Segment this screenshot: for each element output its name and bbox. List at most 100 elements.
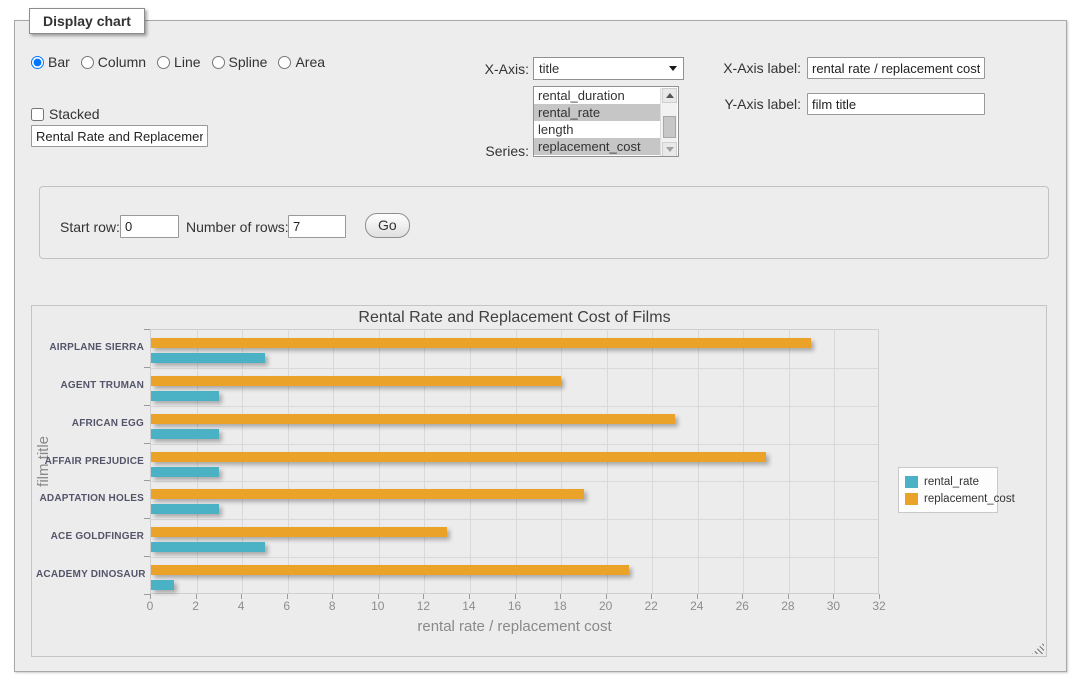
listbox-option-replacement_cost[interactable]: replacement_cost: [534, 138, 661, 155]
go-button[interactable]: Go: [365, 213, 410, 238]
y-axis-label-input[interactable]: [807, 93, 985, 115]
bar-replacement-cost[interactable]: [151, 565, 629, 575]
radio-label: Column: [98, 54, 146, 70]
bar-replacement-cost[interactable]: [151, 489, 584, 499]
bar-replacement-cost[interactable]: [151, 452, 766, 462]
legend-label: replacement_cost: [924, 493, 1015, 505]
chart-title-input[interactable]: [31, 125, 208, 147]
bar-rental-rate[interactable]: [151, 580, 174, 590]
y-tick-mark: [144, 405, 150, 406]
bar-rental-rate[interactable]: [151, 542, 265, 552]
y-tick-mark: [144, 443, 150, 444]
x-tick-label: 14: [449, 599, 489, 613]
series-listbox-options: rental_durationrental_ratelengthreplacem…: [534, 87, 678, 155]
stacked-checkbox[interactable]: [31, 108, 44, 121]
bar-rental-rate[interactable]: [151, 429, 219, 439]
y-tick-label: ACADEMY DINOSAUR: [36, 569, 144, 580]
y-tick-label: ADAPTATION HOLES: [36, 493, 144, 504]
plot-area: [150, 329, 879, 594]
triangle-down-icon: [666, 147, 674, 152]
radio-option-line[interactable]: Line: [157, 54, 200, 70]
y-tick-mark: [144, 594, 150, 595]
scrollbar-thumb[interactable]: [663, 116, 676, 138]
radio-option-spline[interactable]: Spline: [212, 54, 268, 70]
chart-title: Rental Rate and Replacement Cost of Film…: [150, 309, 879, 327]
bar-replacement-cost[interactable]: [151, 376, 561, 386]
x-tick-label: 0: [130, 599, 170, 613]
y-tick-mark: [144, 518, 150, 519]
y-tick-mark: [144, 556, 150, 557]
radio-column[interactable]: [81, 56, 94, 69]
legend-swatch-rental-rate: [905, 476, 918, 488]
panel-legend: Display chart: [29, 8, 145, 34]
stacked-option[interactable]: Stacked: [31, 106, 100, 122]
x-tick-label: 30: [813, 599, 853, 613]
x-axis-label-input[interactable]: [807, 57, 985, 79]
x-tick-label: 10: [358, 599, 398, 613]
resize-handle[interactable]: [1032, 642, 1044, 654]
triangle-up-icon: [666, 93, 674, 98]
radio-label: Bar: [48, 54, 70, 70]
x-tick-label: 4: [221, 599, 261, 613]
scroll-down-button[interactable]: [662, 142, 677, 157]
radio-area[interactable]: [278, 56, 291, 69]
bar-rental-rate[interactable]: [151, 353, 265, 363]
radio-spline[interactable]: [212, 56, 225, 69]
listbox-option-rental_rate[interactable]: rental_rate: [534, 104, 661, 121]
series-listbox[interactable]: rental_durationrental_ratelengthreplacem…: [533, 86, 679, 157]
start-row-input[interactable]: [120, 215, 179, 238]
radio-line[interactable]: [157, 56, 170, 69]
start-row-label: Start row:: [60, 219, 120, 235]
radio-label: Spline: [229, 54, 268, 70]
radio-option-bar[interactable]: Bar: [31, 54, 70, 70]
x-tick-label: 8: [312, 599, 352, 613]
x-axis-selected-value: title: [539, 61, 669, 76]
bar-rental-rate[interactable]: [151, 504, 219, 514]
radio-option-column[interactable]: Column: [81, 54, 146, 70]
legend-item: rental_rate: [905, 473, 991, 490]
chart-container: Rental Rate and Replacement Cost of Film…: [31, 305, 1047, 657]
x-axis-title: rental rate / replacement cost: [150, 618, 879, 635]
radio-label: Area: [295, 54, 325, 70]
bar-rental-rate[interactable]: [151, 391, 219, 401]
chart-legend: rental_rate replacement_cost: [898, 467, 998, 513]
bar-rental-rate[interactable]: [151, 467, 219, 477]
bar-replacement-cost[interactable]: [151, 338, 811, 348]
gridline-horizontal: [151, 519, 878, 520]
listbox-option-rental_duration[interactable]: rental_duration: [534, 87, 661, 104]
x-tick-label: 26: [722, 599, 762, 613]
stacked-label: Stacked: [49, 106, 100, 122]
radio-label: Line: [174, 54, 200, 70]
x-tick-label: 32: [859, 599, 899, 613]
radio-bar[interactable]: [31, 56, 44, 69]
gridline-horizontal: [151, 557, 878, 558]
x-tick-label: 24: [677, 599, 717, 613]
num-rows-input[interactable]: [288, 215, 346, 238]
legend-label: rental_rate: [924, 476, 979, 488]
series-label: Series:: [435, 143, 529, 159]
gridline-horizontal: [151, 406, 878, 407]
y-tick-label: ACE GOLDFINGER: [36, 531, 144, 542]
y-tick-mark: [144, 480, 150, 481]
x-tick-label: 2: [176, 599, 216, 613]
y-tick-label: AFFAIR PREJUDICE: [36, 456, 144, 467]
num-rows-label: Number of rows:: [186, 219, 289, 235]
display-chart-panel: Display chart BarColumnLineSplineArea St…: [14, 20, 1067, 672]
x-tick-label: 22: [631, 599, 671, 613]
bar-replacement-cost[interactable]: [151, 527, 447, 537]
bar-replacement-cost[interactable]: [151, 414, 675, 424]
gridline-vertical: [834, 330, 835, 593]
x-tick-label: 16: [495, 599, 535, 613]
y-tick-label: AFRICAN EGG: [36, 418, 144, 429]
x-axis-select[interactable]: title: [533, 57, 684, 80]
gridline-horizontal: [151, 368, 878, 369]
x-axis-label: X-Axis:: [415, 61, 529, 77]
gridline-vertical: [789, 330, 790, 593]
chart-type-radios: Bar Column Line Spline Area: [31, 54, 325, 70]
x-tick-label: 20: [586, 599, 626, 613]
legend-item: replacement_cost: [905, 490, 991, 507]
x-tick-label: 28: [768, 599, 808, 613]
radio-option-area[interactable]: Area: [278, 54, 325, 70]
listbox-option-length[interactable]: length: [534, 121, 661, 138]
y-axis-label-field-label: Y-Axis label:: [675, 96, 801, 112]
